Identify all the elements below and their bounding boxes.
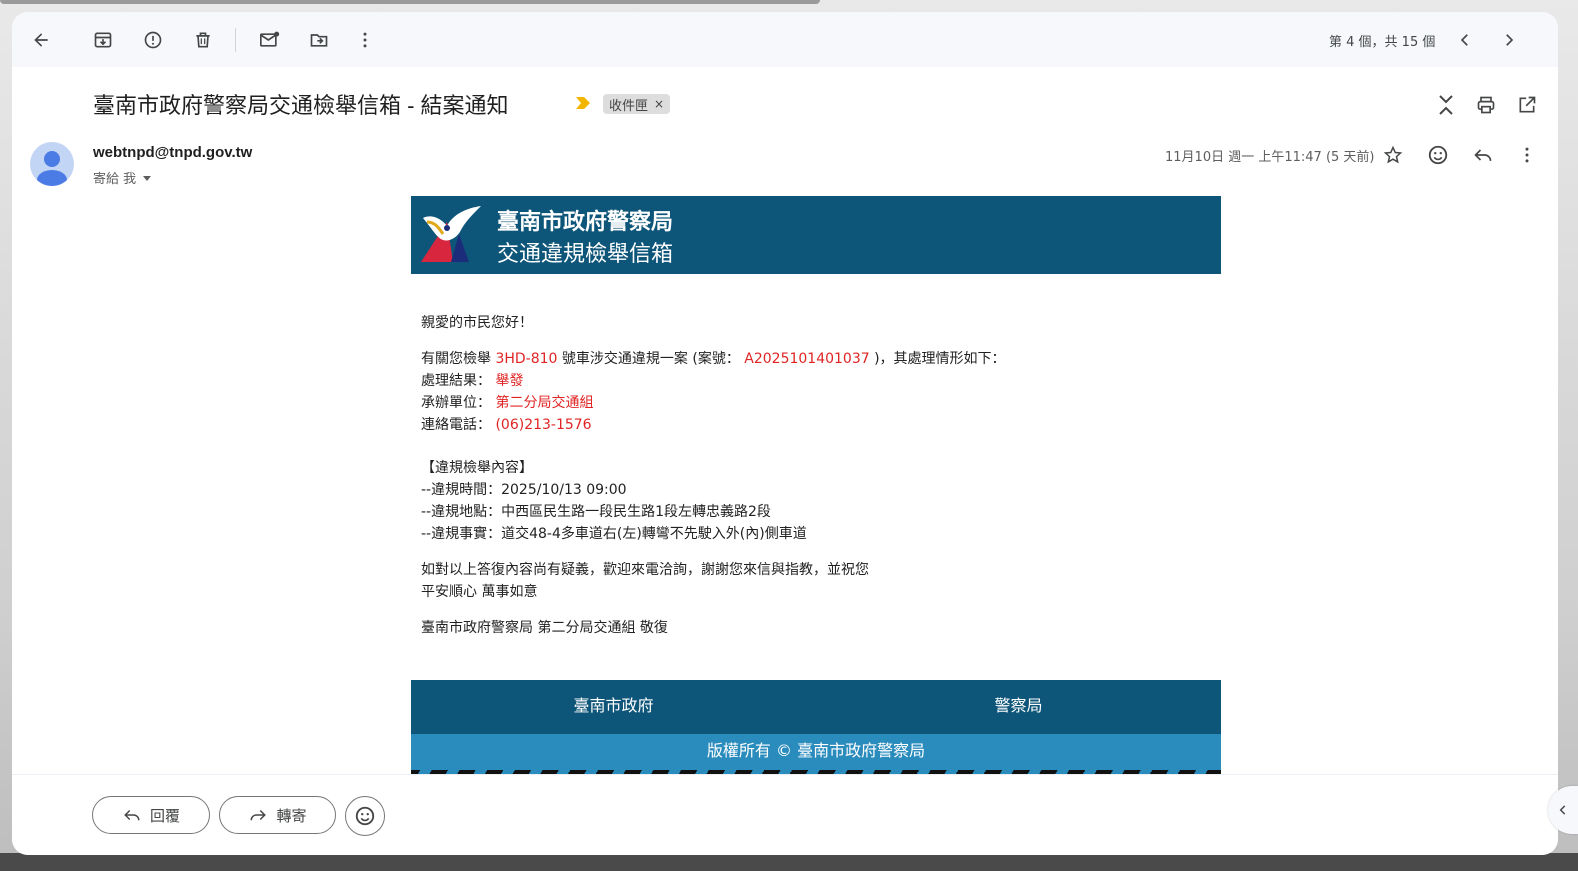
collapse-icon <box>1439 95 1453 115</box>
open-in-new-icon <box>1519 96 1536 113</box>
unit-line: 承辦單位： 第二分局交通組 <box>421 392 1211 414</box>
emoji-icon <box>1428 145 1448 165</box>
result-value: 舉發 <box>495 373 524 389</box>
section-title: 【違規檢舉內容】 <box>421 460 533 476</box>
subject-row: 臺南市政府警察局交通檢舉信箱 - 結案通知 收件匣 × <box>12 88 1558 128</box>
arrow-left-icon <box>34 33 48 47</box>
label-text: 收件匣 <box>609 98 649 114</box>
sender-address[interactable]: webtnpd@tnpd.gov.tw <box>93 144 252 161</box>
sender-avatar[interactable] <box>30 142 74 186</box>
toolbar-divider <box>235 28 236 52</box>
phone-label: 連絡電話： <box>421 417 496 433</box>
older-button[interactable] <box>1491 22 1527 58</box>
caret-down-icon <box>143 175 152 181</box>
forward-label: 轉寄 <box>276 806 307 825</box>
footer-link-police[interactable]: 警察局 <box>816 680 1221 734</box>
greeting: 親愛的市民您好！ <box>421 315 533 331</box>
unit-value: 第二分局交通組 <box>495 395 594 411</box>
reply-button[interactable] <box>1468 140 1498 170</box>
copyright-bar: 版權所有 © 臺南市政府警察局 <box>411 734 1221 770</box>
message-more-button[interactable] <box>1512 140 1542 170</box>
closing-line-1: 如對以上答復內容尚有疑義，歡迎來電洽詢，謝謝您來信與指教，並祝您 <box>421 562 869 578</box>
trash-icon <box>196 32 210 48</box>
chevron-left-icon <box>1460 34 1468 46</box>
folder-move-icon <box>310 34 328 47</box>
chevron-left-icon <box>1559 805 1566 815</box>
footer-link-city[interactable]: 臺南市政府 <box>411 680 816 734</box>
background-strip <box>0 853 1578 871</box>
report-icon <box>144 31 162 49</box>
intro-pre: 有關您檢舉 <box>421 351 496 367</box>
detail-fact: --違規事實：道交48-4多車道右(左)轉彎不先駛入外(內)側車道 <box>421 526 807 542</box>
person-icon <box>37 151 67 186</box>
pager-count: 第 4 個，共 15 個 <box>1329 35 1436 50</box>
banner-title: 臺南市政府警察局 <box>497 210 674 235</box>
email-banner: 臺南市政府警察局 交通違規檢舉信箱 <box>411 196 1221 274</box>
more-vertical-icon <box>1525 147 1529 163</box>
forward-action-button[interactable]: 轉寄 <box>219 796 336 834</box>
intro-post: )，其處理情形如下： <box>869 351 1006 367</box>
more-vertical-icon <box>363 32 367 48</box>
archive-button[interactable] <box>85 22 121 58</box>
received-date: 11月10日 週一 上午11:47 (5 天前) <box>1165 150 1375 165</box>
reply-label: 回覆 <box>149 806 180 825</box>
signature: 臺南市政府警察局 第二分局交通組 敬復 <box>421 620 668 636</box>
reply-icon <box>1474 149 1492 161</box>
result-line: 處理結果： 舉發 <box>421 370 1211 392</box>
email-footer-links: 臺南市政府 警察局 <box>411 680 1221 734</box>
message-toolbar: 第 4 個，共 15 個 <box>12 12 1558 67</box>
chevron-right-icon <box>1506 34 1514 46</box>
importance-marker-icon[interactable] <box>575 95 591 111</box>
reply-action-button[interactable]: 回覆 <box>92 796 210 834</box>
email-subject: 臺南市政府警察局交通檢舉信箱 - 結案通知 <box>93 93 509 118</box>
more-options-button[interactable] <box>347 22 383 58</box>
remove-label-icon[interactable]: × <box>654 97 664 111</box>
print-button[interactable] <box>1473 92 1499 118</box>
mail-unread-icon <box>260 31 280 47</box>
print-icon <box>1477 96 1495 114</box>
email-content: 親愛的市民您好！ 有關您檢舉 3HD-810 號車涉交通違規一案 (案號： A2… <box>411 274 1221 639</box>
newer-button[interactable] <box>1447 22 1483 58</box>
move-to-button[interactable] <box>301 22 337 58</box>
report-spam-button[interactable] <box>135 22 171 58</box>
phone-value: (06)213-1576 <box>495 417 592 433</box>
inbox-label-chip[interactable]: 收件匣 × <box>603 94 671 114</box>
detail-time: --違規時間：2025/10/13 09:00 <box>421 482 627 498</box>
mail-card: 第 4 個，共 15 個 臺南市政府警察局交通檢舉信箱 - 結案通知 收件匣 ×… <box>12 12 1558 855</box>
intro-line: 有關您檢舉 3HD-810 號車涉交通違規一案 (案號： A2025101401… <box>421 348 1211 370</box>
mark-unread-button[interactable] <box>252 22 288 58</box>
detail-place: --違規地點：中西區民生路一段民生路1段左轉忠義路2段 <box>421 504 771 520</box>
intro-mid: 號車涉交通違規一案 (案號： <box>557 351 745 367</box>
emoji-reaction-button[interactable] <box>345 796 385 836</box>
unit-label: 承辦單位： <box>421 395 496 411</box>
recipient-text: 寄給 我 <box>93 172 137 187</box>
phone-line: 連絡電話： (06)213-1576 <box>421 414 1211 436</box>
banner-subtitle: 交通違規檢舉信箱 <box>497 242 674 267</box>
star-icon <box>1383 145 1403 164</box>
add-reaction-button[interactable] <box>1423 140 1453 170</box>
closing-line-2: 平安順心 萬事如意 <box>421 584 538 600</box>
back-button[interactable] <box>23 22 59 58</box>
forward-icon <box>250 809 267 821</box>
archive-icon <box>94 32 112 48</box>
collapse-all-button[interactable] <box>1433 92 1459 118</box>
plate-number: 3HD-810 <box>495 351 558 367</box>
background-edge <box>0 0 820 4</box>
reply-icon <box>124 809 140 821</box>
recipient-line[interactable]: 寄給 我 <box>93 168 154 187</box>
star-button[interactable] <box>1378 140 1408 170</box>
open-new-window-button[interactable] <box>1514 92 1540 118</box>
delete-button[interactable] <box>185 22 221 58</box>
police-logo-icon <box>421 206 481 262</box>
result-label: 處理結果： <box>421 373 496 389</box>
case-number: A2025101401037 <box>744 351 870 367</box>
reply-actions-bar: 回覆 轉寄 <box>12 774 1558 855</box>
email-body: 臺南市政府警察局 交通違規檢舉信箱 親愛的市民您好！ 有關您檢舉 3HD-810… <box>411 196 1221 775</box>
emoji-icon <box>355 806 375 826</box>
